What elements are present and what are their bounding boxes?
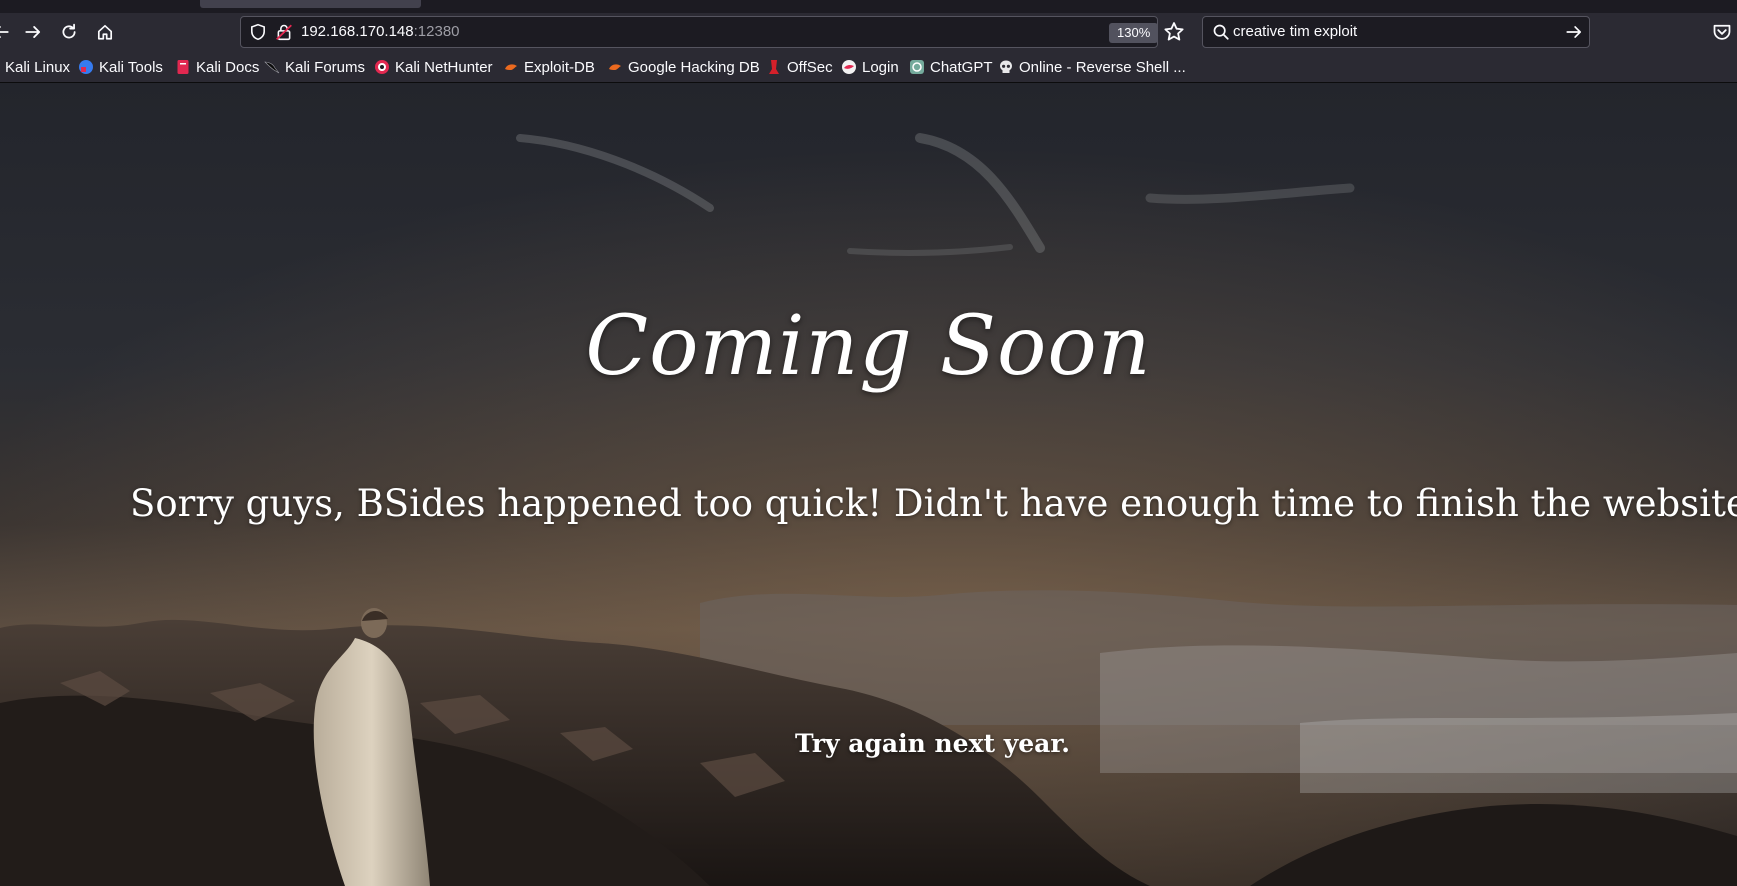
arrow-right-icon[interactable] [1565, 23, 1583, 41]
bookmark-kali-nethunter[interactable]: Kali NetHunter [374, 57, 493, 77]
bookmark-login[interactable]: Login [841, 57, 899, 77]
url-host: 192.168.170.148 [301, 23, 414, 40]
bookmark-label: Kali Forums [285, 58, 366, 76]
zoom-level-badge[interactable]: 130% [1109, 23, 1159, 43]
bookmark-offsec[interactable]: OffSec [766, 57, 833, 77]
bookmark-exploit-db[interactable]: Exploit-DB [503, 57, 595, 77]
bookmark-reverse-shell[interactable]: Online - Reverse Shell ... [998, 57, 1186, 77]
star-icon[interactable] [1163, 21, 1185, 43]
kali-docs-icon [175, 59, 191, 75]
bookmark-kali-docs[interactable]: Kali Docs [175, 57, 259, 77]
bookmark-label: Kali Linux [5, 58, 71, 76]
back-button[interactable] [0, 17, 16, 47]
ghdb-icon [607, 59, 623, 75]
forward-button[interactable] [18, 17, 48, 47]
page-subtitle: Sorry guys, BSides happened too quick! D… [130, 482, 1737, 525]
chatgpt-icon [909, 59, 925, 75]
forward-icon [25, 26, 41, 38]
page-title: Coming Soon [585, 299, 1152, 394]
bookmark-google-hacking-db[interactable]: Google Hacking DB [607, 57, 760, 77]
reload-button[interactable] [54, 17, 84, 47]
bookmark-label: Online - Reverse Shell ... [1019, 58, 1186, 76]
search-icon [1213, 24, 1229, 40]
bookmark-label: Kali Docs [196, 58, 260, 76]
login-icon [841, 59, 857, 75]
footer-note: Try again next year. [795, 729, 1070, 758]
tab-strip [0, 0, 1737, 13]
active-tab[interactable] [200, 0, 421, 8]
bookmark-chatgpt[interactable]: ChatGPT [909, 57, 993, 77]
url-port: :12380 [413, 23, 460, 40]
kali-tools-icon [78, 59, 94, 75]
bookmark-kali-tools[interactable]: Kali Tools [78, 57, 163, 77]
bookmark-label: ChatGPT [930, 58, 993, 76]
bookmarks-toolbar: Kali Linux Kali Tools Kali Docs Kali For… [0, 51, 1737, 83]
bookmark-kali-linux[interactable]: Kali Linux [5, 57, 70, 77]
offsec-icon [766, 59, 782, 75]
bookmark-kali-forums[interactable]: Kali Forums [264, 57, 365, 77]
web-page-viewport: Coming Soon Sorry guys, BSides happened … [0, 83, 1737, 886]
bookmark-label: Kali NetHunter [395, 58, 493, 76]
back-icon [0, 26, 9, 38]
bookmark-label: OffSec [787, 58, 833, 76]
bookmark-label: Kali Tools [99, 58, 163, 76]
skull-icon [998, 59, 1014, 75]
home-icon [97, 24, 113, 40]
home-button[interactable] [90, 17, 120, 47]
nethunter-icon [374, 59, 390, 75]
exploit-db-icon [503, 59, 519, 75]
navigation-toolbar: 192.168.170.148:12380 130% creative tim … [0, 13, 1737, 51]
url-text[interactable]: 192.168.170.148:12380 [301, 23, 460, 41]
shield-icon[interactable] [249, 23, 267, 41]
kali-forums-icon [264, 59, 280, 75]
pocket-icon[interactable] [1712, 22, 1732, 42]
insecure-lock-icon[interactable] [275, 23, 293, 41]
url-bar[interactable]: 192.168.170.148:12380 130% [240, 16, 1159, 48]
search-bar[interactable]: creative tim exploit [1202, 16, 1590, 48]
bookmark-label: Exploit-DB [524, 58, 595, 76]
bookmark-label: Google Hacking DB [628, 58, 760, 76]
bookmark-label: Login [862, 58, 899, 76]
reload-icon [62, 23, 76, 39]
search-input[interactable]: creative tim exploit [1233, 23, 1357, 41]
